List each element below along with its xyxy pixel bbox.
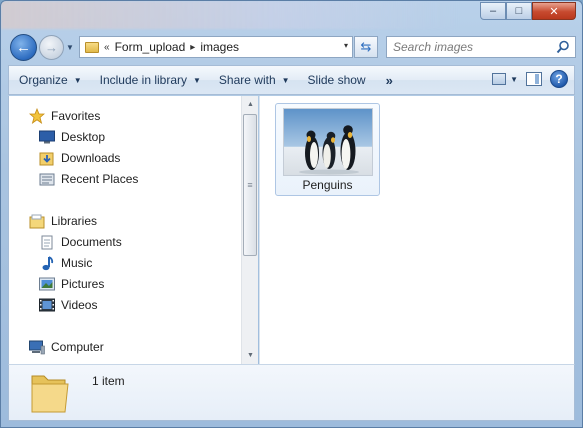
title-bar[interactable]: – □ ✕ [1, 1, 582, 31]
penguins-thumbnail [283, 108, 373, 176]
more-commands-button[interactable]: » [374, 66, 401, 94]
computer-icon [29, 340, 45, 355]
nav-item-label: Desktop [61, 130, 106, 144]
help-icon[interactable]: ? [550, 70, 568, 88]
chevron-down-icon: ▼ [281, 75, 290, 85]
nav-item-label: Videos [61, 298, 98, 312]
breadcrumb-overflow[interactable]: « [104, 42, 110, 53]
breadcrumb-form-upload[interactable]: Form_upload [115, 40, 186, 54]
nav-item-label: Recent Places [61, 172, 139, 186]
documents-icon [39, 235, 55, 250]
videos-icon [39, 298, 55, 313]
address-dropdown-button[interactable]: ▾ [344, 41, 348, 50]
window-controls: – □ ✕ [480, 2, 576, 20]
recent-places-icon [39, 172, 55, 187]
nav-item-documents[interactable]: Documents [39, 232, 122, 252]
file-item-penguins[interactable]: Penguins [275, 103, 380, 196]
nav-item-desktop[interactable]: Desktop [39, 127, 105, 147]
downloads-folder-icon [39, 151, 55, 166]
nav-favorites[interactable]: Favorites [29, 106, 100, 126]
minimize-button[interactable]: – [480, 2, 506, 20]
navigation-pane: Favorites Desktop Downloads Recent Place… [8, 96, 241, 364]
scroll-up-button[interactable]: ▲ [242, 96, 259, 113]
pictures-icon [39, 277, 55, 292]
address-row: ← → ▼ « Form_upload ▸ images ▾ ⇆ [1, 31, 582, 63]
close-button[interactable]: ✕ [532, 2, 576, 20]
search-input[interactable] [393, 38, 553, 56]
nav-item-label: Pictures [61, 277, 105, 291]
scroll-down-button[interactable]: ▼ [242, 347, 259, 364]
libraries-icon [29, 214, 45, 229]
star-icon [29, 108, 45, 124]
include-in-library-label: Include in library [99, 73, 187, 87]
chevron-up-icon: ▲ [247, 101, 254, 108]
details-pane: 1 item [8, 364, 575, 421]
nav-computer[interactable]: Computer [29, 337, 104, 357]
breadcrumb-images[interactable]: images [200, 40, 239, 54]
file-name-label: Penguins [302, 178, 353, 192]
nav-item-label: Music [61, 256, 93, 270]
arrow-right-icon: → [45, 40, 58, 55]
chevron-down-icon: ▼ [66, 43, 74, 52]
include-in-library-menu[interactable]: Include in library ▼ [90, 66, 209, 94]
preview-pane-icon[interactable] [526, 72, 542, 86]
search-icon[interactable] [556, 40, 570, 57]
address-bar[interactable]: « Form_upload ▸ images ▾ [79, 36, 353, 58]
chevron-down-icon: ▼ [193, 75, 201, 85]
back-button[interactable]: ← [10, 34, 37, 61]
slide-show-button[interactable]: Slide show [298, 66, 374, 94]
share-with-label: Share with [218, 73, 276, 87]
chevron-down-icon: ▼ [247, 352, 254, 359]
organize-menu[interactable]: Organize ▼ [9, 66, 90, 94]
item-count: 1 item [92, 374, 125, 388]
grip-icon: ≡ [247, 180, 253, 190]
nav-favorites-label: Favorites [51, 109, 101, 123]
recent-pages-dropdown[interactable]: ▼ [66, 43, 74, 52]
nav-item-videos[interactable]: Videos [39, 295, 97, 315]
nav-computer-label: Computer [51, 340, 104, 354]
music-note-icon [39, 256, 55, 271]
desktop-icon [39, 130, 55, 145]
refresh-icon: ⇆ [360, 39, 372, 54]
scrollbar-thumb[interactable]: ≡ [243, 114, 257, 256]
nav-libraries[interactable]: Libraries [29, 211, 97, 231]
maximize-button[interactable]: □ [506, 2, 532, 20]
nav-item-pictures[interactable]: Pictures [39, 274, 104, 294]
nav-item-downloads[interactable]: Downloads [39, 148, 120, 168]
share-with-menu[interactable]: Share with ▼ [209, 66, 298, 94]
folder-icon [85, 41, 99, 53]
organize-label: Organize [19, 73, 68, 87]
slide-show-label: Slide show [307, 73, 366, 87]
folder-icon [29, 370, 71, 419]
file-list-pane[interactable]: Penguins [262, 96, 575, 364]
nav-libraries-label: Libraries [51, 214, 98, 228]
nav-item-label: Documents [61, 235, 122, 249]
breadcrumb-separator[interactable]: ▸ [190, 42, 195, 53]
nav-item-music[interactable]: Music [39, 253, 92, 273]
forward-button[interactable]: → [39, 35, 64, 60]
chevron-double-right-icon: » [385, 72, 393, 88]
arrow-left-icon: ← [16, 39, 31, 56]
search-box[interactable] [386, 36, 576, 58]
command-bar: Organize ▼ Include in library ▼ Share wi… [8, 65, 575, 95]
chevron-down-icon[interactable]: ▼ [510, 75, 518, 84]
change-view-icon[interactable] [492, 73, 507, 85]
command-bar-right: ▼ ? [492, 70, 568, 88]
title-bar-background [1, 1, 461, 29]
explorer-window: – □ ✕ ← → ▼ « Form_upload ▸ images ▾ ⇆ S… [0, 0, 583, 428]
chevron-down-icon: ▼ [73, 75, 82, 85]
nav-item-label: Downloads [61, 151, 121, 165]
navigation-scrollbar[interactable]: ▲ ≡ ▼ [241, 96, 258, 364]
refresh-button[interactable]: ⇆ [354, 36, 378, 58]
nav-item-recent-places[interactable]: Recent Places [39, 169, 138, 189]
